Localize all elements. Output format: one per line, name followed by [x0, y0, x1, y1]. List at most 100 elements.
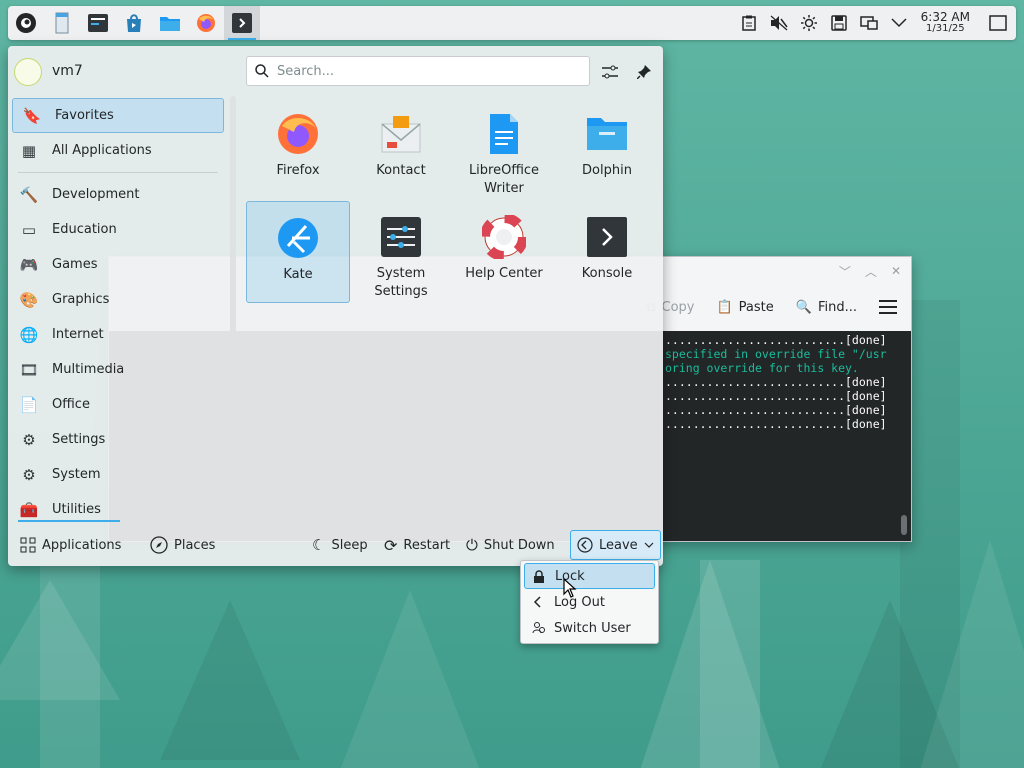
hamburger-icon [879, 300, 897, 314]
folder-icon [160, 17, 180, 31]
compass-icon [150, 536, 168, 554]
grid-icon [20, 537, 36, 553]
app-label: Kontact [376, 163, 426, 178]
leave-icon [577, 537, 593, 553]
application-launcher-button[interactable] [8, 6, 44, 40]
taskbar-app-dolphin[interactable] [152, 6, 188, 40]
category-games[interactable]: 🎮 Games [10, 247, 226, 282]
paste-icon: 📋 [716, 299, 733, 315]
app-libreoffice-writer[interactable]: LibreOffice Writer [452, 98, 556, 200]
network-icon[interactable] [857, 11, 881, 35]
clipboard-icon[interactable] [737, 11, 761, 35]
search-icon: 🔍 [795, 299, 812, 315]
sleep-icon: ☾ [312, 536, 326, 554]
app-firefox[interactable]: Firefox [246, 98, 350, 200]
writer-icon [482, 112, 526, 156]
app-label: Firefox [276, 163, 320, 178]
volume-muted-icon[interactable] [767, 11, 791, 35]
bookmark-icon: 🔖 [22, 106, 42, 125]
brightness-icon[interactable] [797, 11, 821, 35]
leave-menu: Lock Log Out Switch User [520, 560, 659, 644]
app-dolphin[interactable]: Dolphin [555, 98, 659, 200]
leave-menu-lock[interactable]: Lock [524, 563, 655, 589]
lock-icon [533, 569, 547, 583]
shutdown-button[interactable]: ⏻ Shut Down [466, 530, 555, 560]
category-settings[interactable]: ⚙ Settings [10, 422, 226, 457]
palette-icon: 🎨 [19, 290, 39, 309]
application-launcher: vm7 🔖Favorites▦All Applications 🔨Develop… [8, 46, 663, 566]
app-system-settings[interactable]: System Settings [349, 201, 453, 303]
close-icon[interactable]: ✕ [891, 264, 901, 278]
app-help-center[interactable]: Help Center [452, 201, 556, 303]
pin-button[interactable] [632, 60, 656, 84]
app-konsole[interactable]: Konsole [555, 201, 659, 303]
top-panel: 6:32 AM 1/31/25 [8, 6, 1016, 40]
terminal-line: specified in override file "/usr [665, 347, 887, 361]
terminal-line: ..........................[done] [665, 375, 887, 389]
board-icon: ▭ [21, 220, 37, 239]
leave-menu-switch-user[interactable]: Switch User [524, 615, 655, 641]
app-label: Konsole [581, 266, 633, 281]
category-all-applications[interactable]: ▦ All Applications [10, 133, 226, 168]
paste-button[interactable]: 📋 Paste [716, 300, 773, 315]
app-label: Kate [283, 267, 313, 282]
maximize-icon[interactable]: ︿ [865, 263, 877, 280]
category-favorites[interactable]: 🔖 Favorites [12, 98, 224, 133]
find-button[interactable]: 🔍 Find... [796, 300, 857, 315]
taskbar-app-discover[interactable] [116, 6, 152, 40]
app-kate[interactable]: Kate [246, 201, 350, 303]
folder-icon [585, 112, 629, 156]
terminal-line: oring override for this key. [665, 361, 859, 375]
chevron-down-icon[interactable] [887, 11, 911, 35]
minimize-icon[interactable]: ﹀ [839, 263, 851, 280]
category-system[interactable]: ⚙ System [10, 457, 226, 492]
category-internet[interactable]: 🌐 Internet [10, 317, 226, 352]
hammer-icon: 🔨 [19, 185, 39, 204]
app-kontact[interactable]: Kontact [349, 98, 453, 200]
film-icon: 🎞 [19, 360, 39, 379]
disk-icon[interactable] [827, 11, 851, 35]
applications-tab[interactable]: Applications [20, 530, 121, 560]
clock-time: 6:32 AM [920, 10, 970, 24]
category-scrollbar[interactable] [230, 96, 236, 522]
gear-icon: ⚙ [22, 465, 36, 484]
category-development[interactable]: 🔨 Development [10, 177, 226, 212]
app-label: Help Center [465, 266, 543, 281]
leave-menu-log-out[interactable]: Log Out [524, 589, 655, 615]
restart-button[interactable]: ⟳ Restart [384, 530, 450, 560]
taskbar-app-firefox[interactable] [188, 6, 224, 40]
taskbar-app-system-monitor[interactable] [80, 6, 116, 40]
category-graphics[interactable]: 🎨 Graphics [10, 282, 226, 317]
category-list: 🔖 Favorites ▦ All Applications 🔨 Development… [10, 98, 226, 522]
category-multimedia[interactable]: 🎞 Multimedia [10, 352, 226, 387]
taskbar-app-notes[interactable] [44, 6, 80, 40]
terminal-line: ..........................[done] [665, 417, 887, 431]
configure-button[interactable] [598, 60, 622, 84]
sliders-icon [602, 65, 618, 79]
search-input[interactable] [277, 63, 577, 79]
avatar[interactable] [14, 58, 42, 86]
terminal-scrollbar[interactable] [901, 515, 907, 535]
sleep-button[interactable]: ☾ Sleep [312, 530, 368, 560]
store-icon [127, 14, 141, 32]
category-office[interactable]: 📄 Office [10, 387, 226, 422]
category-utilities[interactable]: 🧰 Utilities [10, 492, 226, 522]
toolbox-icon: 🧰 [19, 500, 39, 519]
show-desktop-icon[interactable] [986, 11, 1010, 35]
search-box[interactable] [246, 56, 590, 86]
sliders-icon: ⚙ [22, 430, 36, 449]
places-tab[interactable]: Places [150, 530, 215, 560]
document-icon: 📄 [19, 395, 39, 414]
leave-button[interactable]: Leave [570, 530, 661, 560]
kate-icon [276, 216, 320, 260]
firefox-icon [197, 14, 215, 32]
opensuse-logo-icon [16, 13, 36, 33]
username: vm7 [52, 63, 83, 79]
digital-clock[interactable]: 6:32 AM 1/31/25 [921, 11, 970, 35]
mouse-cursor-icon [563, 578, 577, 598]
category-education[interactable]: ▭ Education [10, 212, 226, 247]
app-label: Dolphin [582, 163, 632, 178]
hamburger-menu-button[interactable] [879, 300, 897, 314]
gamepad-icon: 🎮 [19, 255, 39, 274]
taskbar-app-konsole[interactable] [224, 6, 260, 40]
